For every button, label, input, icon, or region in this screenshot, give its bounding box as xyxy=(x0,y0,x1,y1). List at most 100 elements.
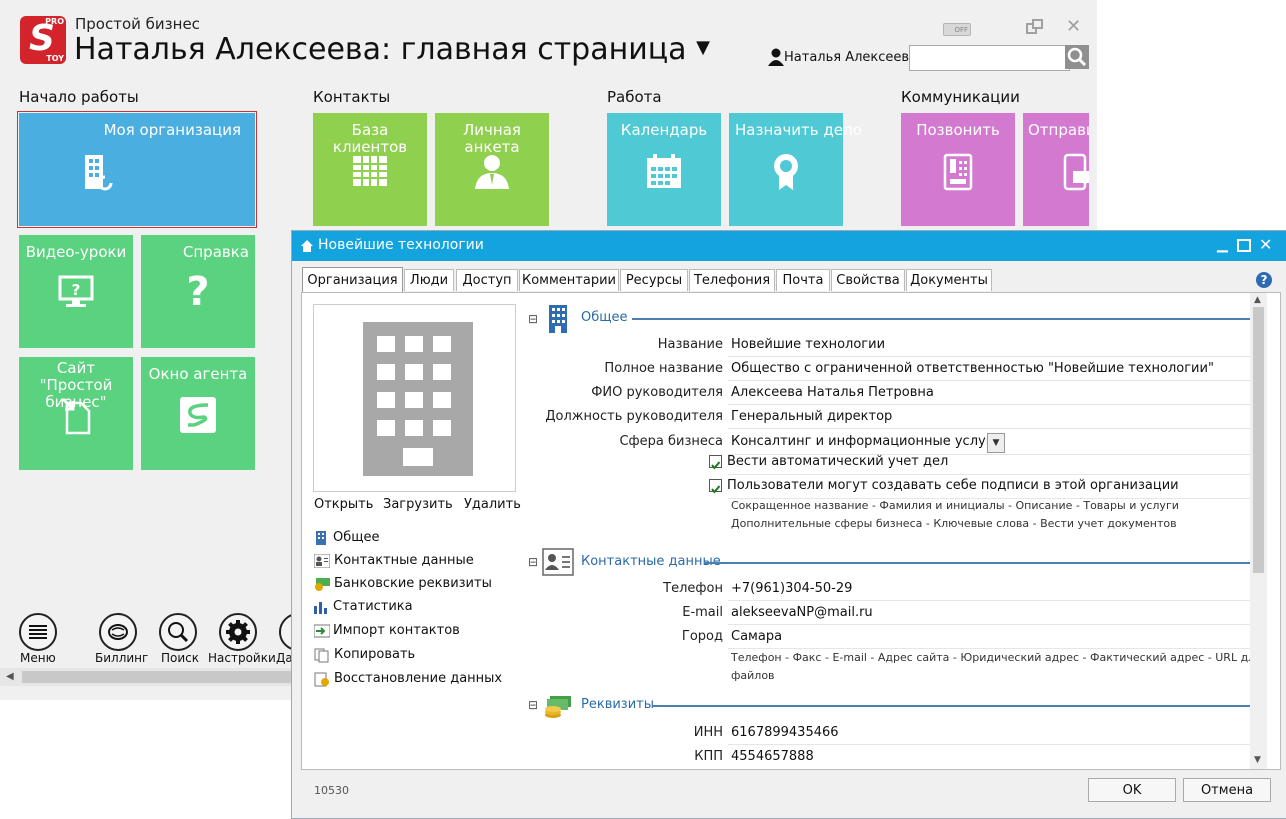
import-icon xyxy=(314,624,330,638)
menu-label[interactable]: Меню xyxy=(20,651,56,665)
vertical-scrollbar[interactable]: ▲ ▼ xyxy=(1250,293,1267,769)
app-logo: PRO S TOY xyxy=(20,16,66,64)
tile-calendar[interactable]: Календарь xyxy=(607,113,721,226)
tab-people[interactable]: Люди xyxy=(404,269,454,291)
maximize-icon[interactable] xyxy=(1237,239,1251,252)
find-button[interactable] xyxy=(159,613,197,651)
scroll-up-icon[interactable]: ▲ xyxy=(1254,295,1261,305)
phone-icon xyxy=(901,153,1015,195)
billing-icon xyxy=(108,624,128,640)
tile-agent-window[interactable]: Окно агента xyxy=(141,357,255,470)
building-small-icon xyxy=(316,531,326,545)
document-arrow-icon xyxy=(61,397,93,439)
field-value-email[interactable]: alekseevaNP@mail.ru xyxy=(731,605,873,620)
contacts-section-line xyxy=(704,562,1250,564)
general-extra-links-2[interactable]: Дополнительные сферы бизнеса - Ключевые … xyxy=(731,515,1177,533)
logo-toy-text: TOY xyxy=(46,54,64,63)
general-extra-links-1[interactable]: Сокращенное название - Фамилия и инициал… xyxy=(731,497,1179,515)
tile-video-lessons[interactable]: Видео-уроки ? xyxy=(19,235,133,348)
collapse-requisites-icon[interactable]: ⊟ xyxy=(528,698,538,712)
table-icon xyxy=(313,155,427,191)
field-value-inn[interactable]: 6167899435466 xyxy=(731,725,839,740)
menu-button[interactable] xyxy=(19,613,57,651)
tile-my-organization[interactable]: Моя организация xyxy=(17,111,257,228)
checkbox-auto-tasks-label[interactable]: Вести автоматический учет дел xyxy=(727,454,948,469)
tab-documents[interactable]: Документы xyxy=(906,269,992,291)
search-input[interactable] xyxy=(909,45,1070,71)
tab-comments[interactable]: Комментарии xyxy=(519,269,619,291)
tile-assign-task[interactable]: Назначить дело xyxy=(729,113,862,226)
checkbox-signatures-label[interactable]: Пользователи могут создавать себе подпис… xyxy=(727,478,1179,493)
page-title[interactable]: Наталья Алексеева: главная страница ▼ xyxy=(74,32,710,67)
contacts-extra-links-2[interactable]: файлов xyxy=(731,667,775,685)
field-value-position[interactable]: Генеральный директор xyxy=(731,409,892,424)
person-icon xyxy=(435,153,549,193)
tile-site[interactable]: Сайт "Простой бизнес" xyxy=(19,357,133,470)
business-area-select[interactable]: Консалтинг и информационные услуги xyxy=(731,434,1001,449)
monitor-help-icon: ? xyxy=(19,275,133,313)
tile-send[interactable]: Отправить xyxy=(1023,113,1089,226)
field-label-business-area: Сфера бизнеса xyxy=(619,434,723,449)
billing-button[interactable] xyxy=(99,613,137,651)
contacts-extra-links-1[interactable]: Телефон - Факс - E-mail - Адрес сайта - … xyxy=(731,649,1262,667)
field-label-phone: Телефон xyxy=(663,581,723,596)
tab-mail[interactable]: Почта xyxy=(776,269,830,291)
dropdown-arrow-icon[interactable]: ▼ xyxy=(987,433,1005,453)
tile-client-base[interactable]: База клиентов xyxy=(313,113,427,226)
search-button[interactable] xyxy=(1065,45,1089,69)
tab-telephony[interactable]: Телефония xyxy=(689,269,775,291)
tile-help[interactable]: Справка ? xyxy=(141,235,255,348)
tile-personal-profile[interactable]: Личная анкета xyxy=(435,113,549,226)
help-icon[interactable]: ? xyxy=(1256,272,1272,288)
general-section-line xyxy=(632,318,1250,320)
close-dialog-icon[interactable]: ✕ xyxy=(1259,235,1272,254)
tab-properties[interactable]: Свойства xyxy=(831,269,905,291)
field-value-name[interactable]: Новейшие технологии xyxy=(731,337,885,352)
tab-access[interactable]: Доступ xyxy=(456,269,518,291)
title-dropdown-icon[interactable]: ▼ xyxy=(696,37,710,58)
dialog-titlebar[interactable]: Новейшие технологии ▁ ✕ xyxy=(292,231,1286,261)
field-label-position: Должность руководителя xyxy=(545,409,723,424)
scroll-down-icon[interactable]: ▼ xyxy=(1254,755,1261,765)
bar-chart-icon xyxy=(314,602,327,614)
app-subtitle: Простой бизнес xyxy=(75,15,200,33)
mobile-mail-icon xyxy=(1063,153,1089,195)
ok-button[interactable]: OK xyxy=(1088,778,1176,802)
billing-label[interactable]: Биллинг xyxy=(95,651,148,665)
settings-button[interactable] xyxy=(219,613,257,651)
field-label-kpp: КПП xyxy=(694,749,723,764)
scrollbar-thumb[interactable] xyxy=(22,671,312,683)
field-value-director[interactable]: Алексеева Наталья Петровна xyxy=(731,385,934,400)
field-value-city[interactable]: Самара xyxy=(731,629,782,644)
restore-icon[interactable] xyxy=(1026,19,1044,40)
collapse-general-icon[interactable]: ⊟ xyxy=(528,312,538,326)
collapse-contacts-icon[interactable]: ⊟ xyxy=(528,555,538,569)
minimize-icon[interactable]: ▁ xyxy=(1217,237,1228,253)
award-icon xyxy=(729,153,843,195)
requisites-section-title: Реквизиты xyxy=(581,697,654,712)
checkbox-signatures[interactable] xyxy=(709,479,722,494)
tab-organization[interactable]: Организация xyxy=(302,267,403,293)
scroll-left-icon[interactable]: ◀ xyxy=(6,671,14,682)
section-contacts: Контакты xyxy=(313,88,391,106)
find-label[interactable]: Поиск xyxy=(161,651,199,665)
settings-label[interactable]: Настройки xyxy=(208,651,276,665)
tile-call[interactable]: Позвонить xyxy=(901,113,1015,226)
field-value-full-name[interactable]: Общество с ограниченной ответственностью… xyxy=(731,361,1214,376)
contacts-section-title: Контактные данные xyxy=(581,554,721,569)
toggle-off-icon[interactable]: OFF xyxy=(943,23,971,36)
delete-photo-link[interactable]: Удалить xyxy=(464,497,521,512)
agent-logo-icon xyxy=(141,397,255,437)
building-icon xyxy=(81,153,115,195)
field-value-phone[interactable]: +7(961)304-50-29 xyxy=(731,581,852,596)
vertical-scrollbar-thumb[interactable] xyxy=(1253,307,1264,573)
cancel-button[interactable]: Отмена xyxy=(1183,778,1271,802)
tab-resources[interactable]: Ресурсы xyxy=(620,269,688,291)
user-name[interactable]: Наталья Алексеева xyxy=(784,50,917,65)
checkbox-auto-tasks[interactable] xyxy=(709,455,722,470)
field-value-kpp[interactable]: 4554657888 xyxy=(731,749,814,764)
field-label-city: Город xyxy=(681,629,723,644)
close-main-icon[interactable]: ✕ xyxy=(1066,16,1081,37)
upload-photo-link[interactable]: Загрузить xyxy=(383,497,453,512)
open-photo-link[interactable]: Открыть xyxy=(314,497,373,512)
